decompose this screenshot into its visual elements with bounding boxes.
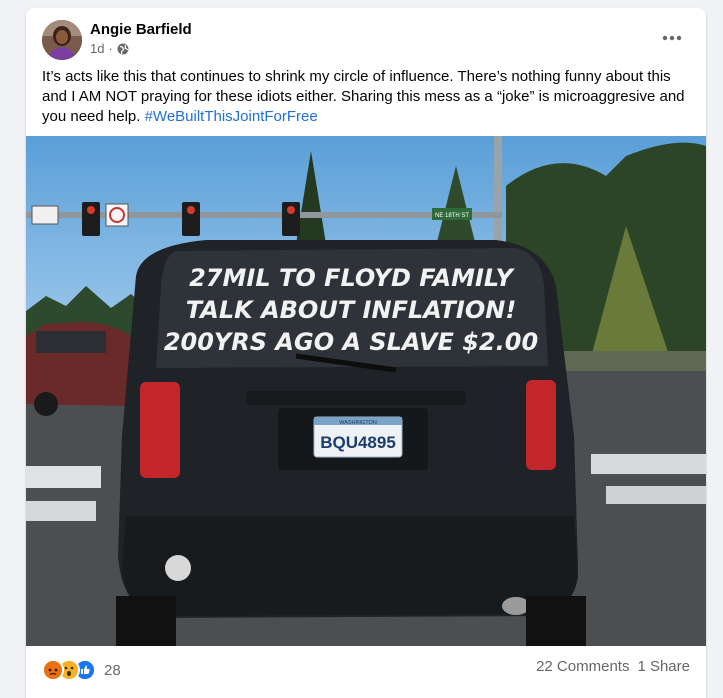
hashtag-link[interactable]: #WeBuiltThisJointForFree [145,108,318,125]
car-photo: NE 18TH ST 27MIL TO FLOYD FAMILY TALK AB… [26,136,706,646]
globe-icon[interactable] [117,43,129,55]
window-text-line-1: 27MIL TO FLOYD FAMILY [189,264,515,292]
avatar-photo [42,20,82,60]
shares-count-link[interactable]: 1 Share [637,658,690,675]
author-name[interactable]: Angie Barfield [90,21,192,38]
plate-number: BQU4895 [320,433,396,452]
street-sign-text: NE 18TH ST [435,213,469,219]
meta-separator: · [108,41,113,56]
window-text-line-3: 200YRS AGO A SLAVE $2.00 [164,328,538,356]
reaction-count[interactable]: 28 [104,662,121,679]
post-card: Angie Barfield 1d · It’s acts like this … [26,8,706,698]
post-header: Angie Barfield 1d · [26,8,706,68]
more-options-icon [662,35,682,41]
post-timestamp[interactable]: 1d [90,41,104,56]
engagement-stats: 22 Comments 1 Share [536,658,690,675]
more-options-button[interactable] [654,24,690,52]
comments-count-link[interactable]: 22 Comments [536,658,629,675]
reactions-summary[interactable]: 28 [42,659,121,681]
post-body: It’s acts like this that continues to sh… [42,68,685,125]
post-meta: 1d · [90,41,129,56]
window-text-line-2: TALK ABOUT INFLATION! [186,296,517,324]
post-photo[interactable]: NE 18TH ST 27MIL TO FLOYD FAMILY TALK AB… [26,136,706,646]
avatar[interactable] [42,20,82,60]
plate-state: WASHINGTON [339,420,377,426]
post-footer: 28 22 Comments 1 Share [26,650,706,684]
angry-reaction-icon [42,659,64,681]
post-text: It’s acts like this that continues to sh… [42,67,694,127]
